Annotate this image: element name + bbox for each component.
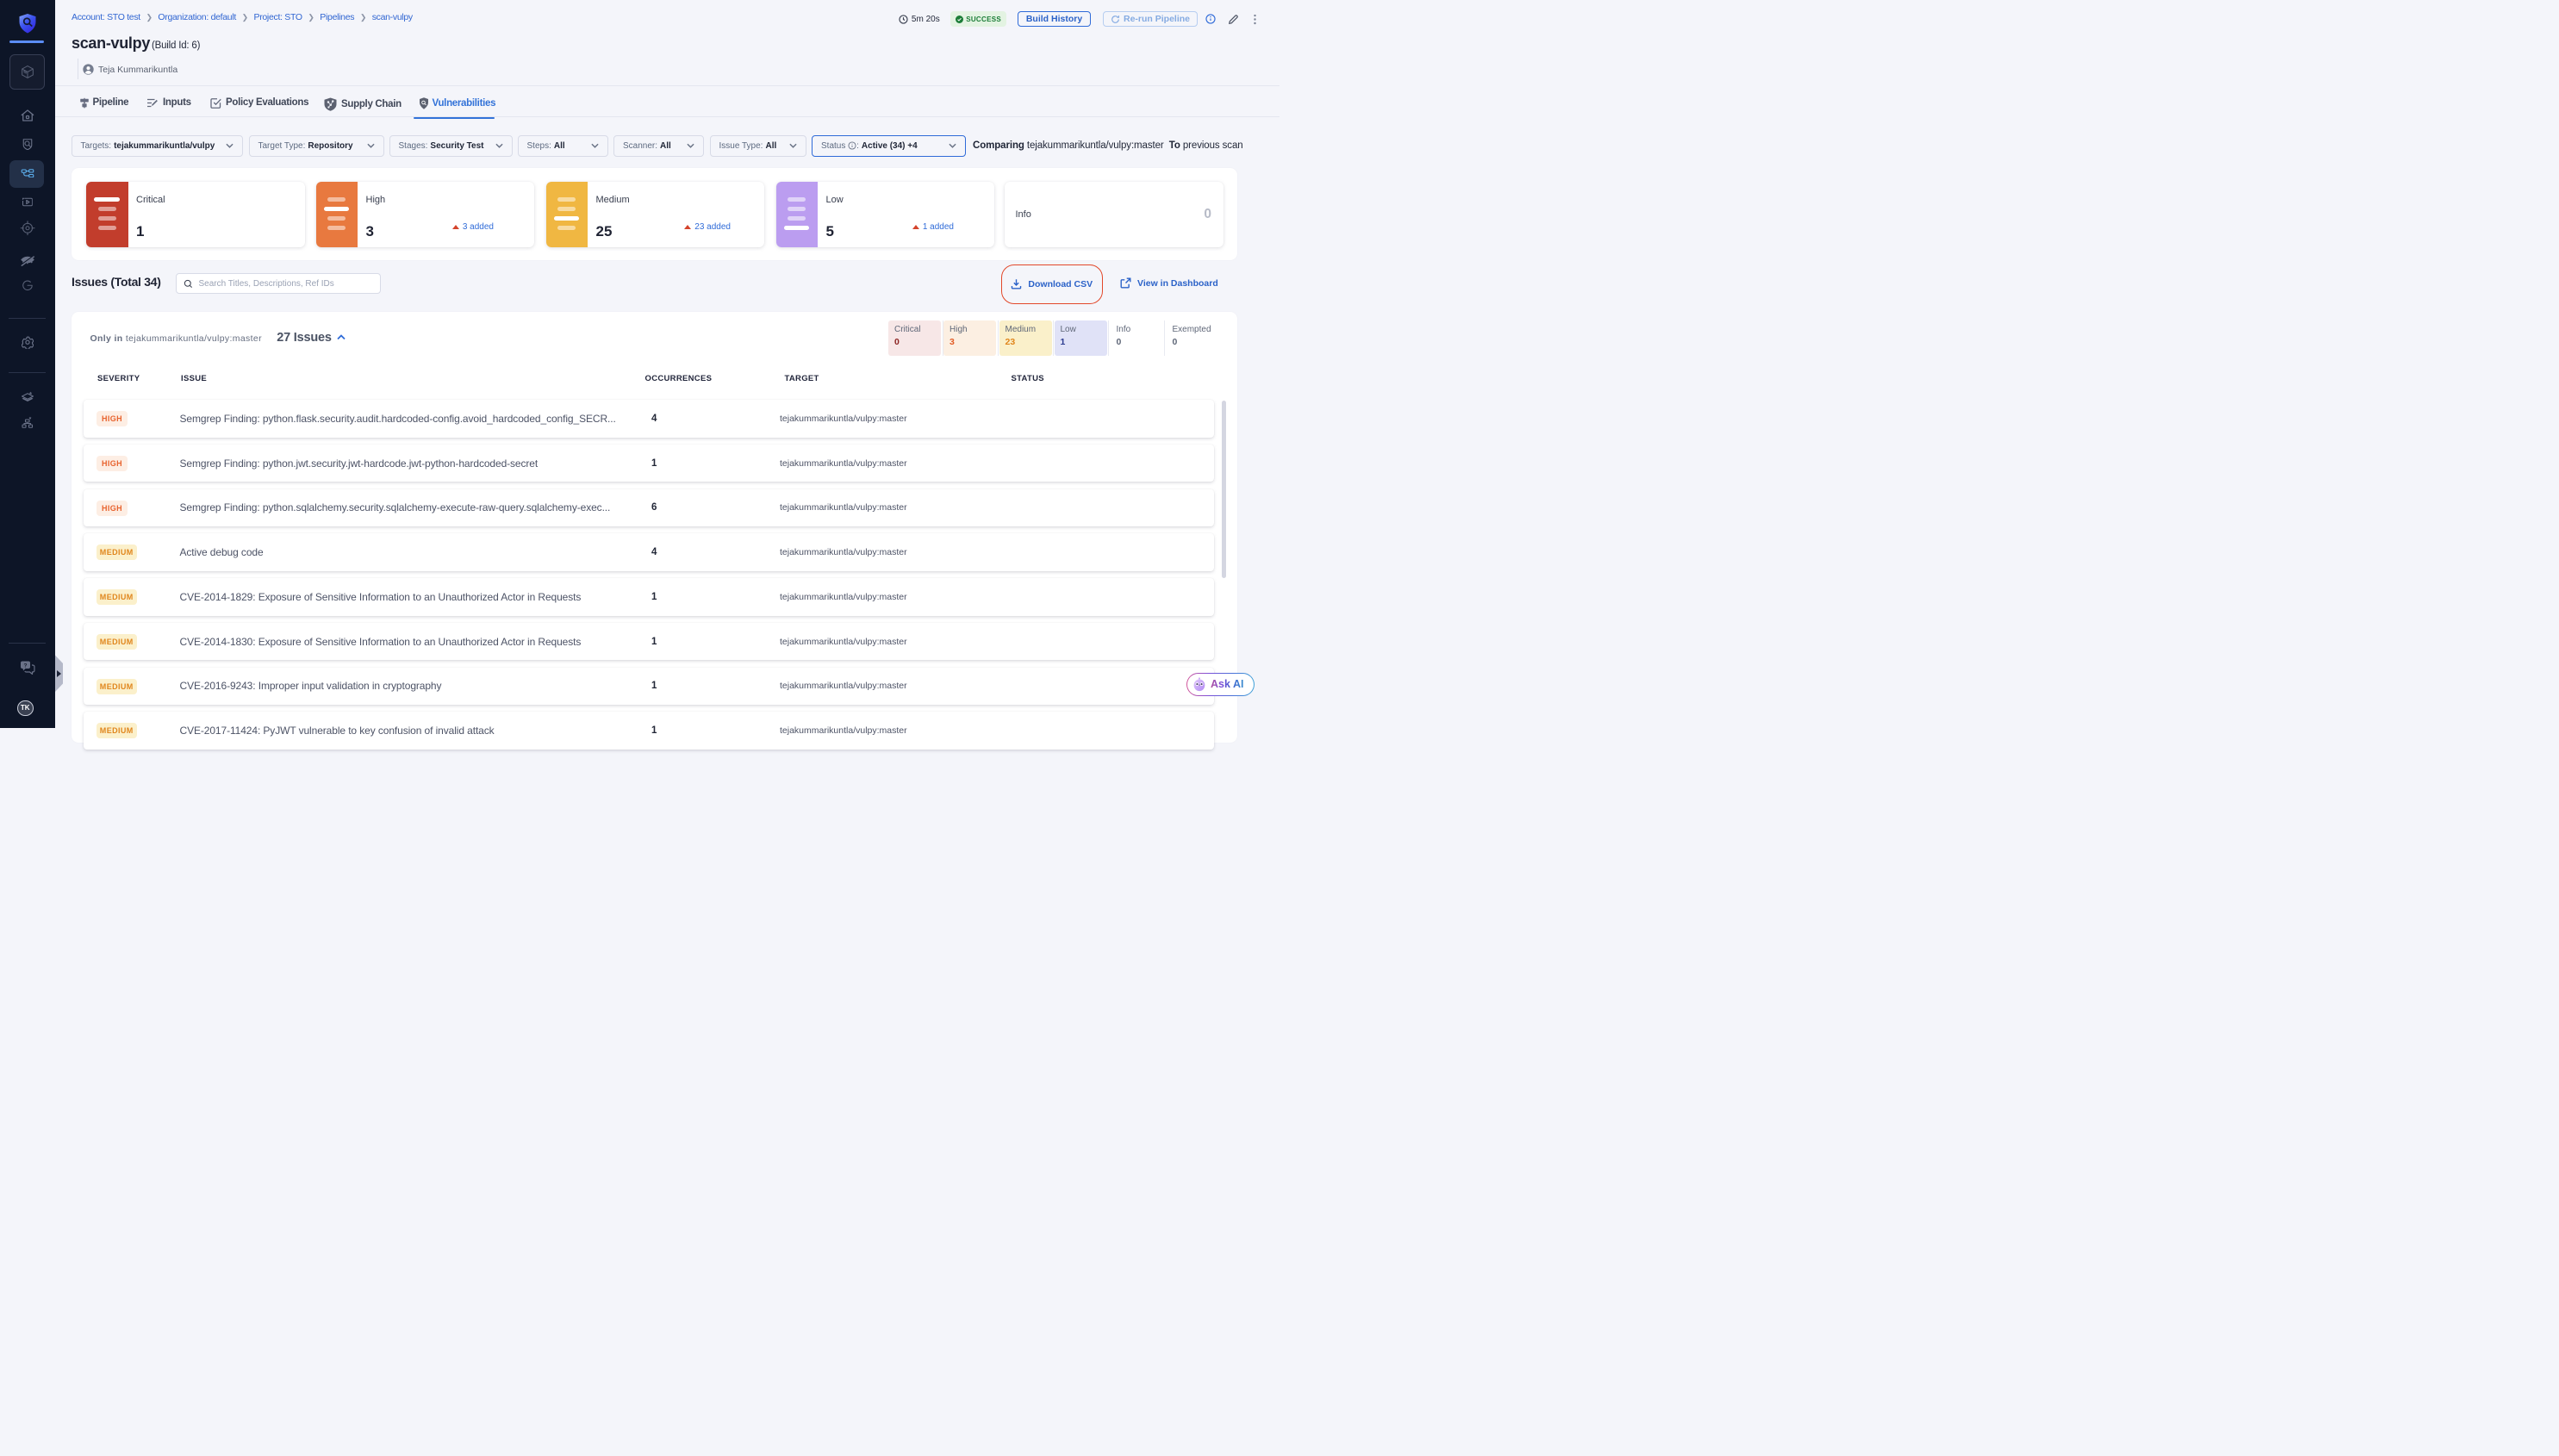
svg-text:?: ? — [23, 663, 27, 669]
